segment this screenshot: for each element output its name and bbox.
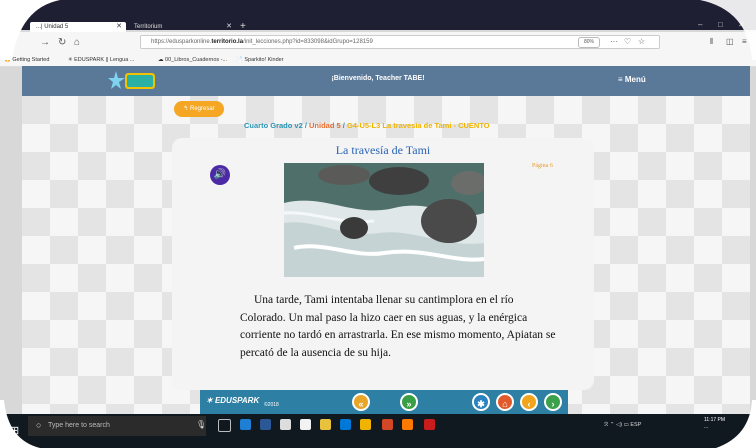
search-icon: ○: [36, 420, 42, 430]
hamburger-menu-icon[interactable]: ≡: [742, 37, 747, 46]
breadcrumb-unit[interactable]: Unidad 5: [309, 121, 341, 130]
next-page-button[interactable]: »: [400, 393, 418, 411]
footer-year: ©2018: [264, 402, 279, 408]
close-tab-icon[interactable]: ✕: [116, 22, 122, 32]
minimize-button[interactable]: –: [698, 20, 702, 29]
taskbar-search[interactable]: Type here to search: [28, 416, 206, 436]
acrobat-icon[interactable]: [424, 419, 435, 430]
home-circle-icon[interactable]: ⌂: [496, 393, 514, 411]
browser-tab-territorium[interactable]: Territorium ✕: [128, 22, 236, 32]
pocket-icon[interactable]: ♡: [624, 37, 631, 46]
forward-circle-icon[interactable]: ›: [544, 393, 562, 411]
breadcrumb-lesson: G4-U5-L3 La travesía de Tami - CUENTO: [346, 121, 490, 130]
mail-icon[interactable]: [280, 419, 291, 430]
more-actions-icon[interactable]: ···: [610, 37, 618, 46]
browser-tab-unidad[interactable]: ...| Unidad 5 ✕: [30, 22, 126, 32]
back-circle-icon[interactable]: ‹: [520, 393, 538, 411]
bookmark-getting-started[interactable]: 🔥 Getting Started: [4, 54, 49, 66]
zoom-level[interactable]: 80%: [578, 37, 600, 48]
bookmark-eduspark[interactable]: ✳ EDUSPARK || Lengua ...: [68, 54, 134, 66]
library-icon[interactable]: ⫴: [710, 37, 713, 47]
skype-icon[interactable]: [340, 419, 351, 430]
menu-button[interactable]: ≡ Menú: [618, 75, 646, 84]
footer-brand: ✶ EDUSPARK: [206, 396, 260, 405]
accessibility-icon[interactable]: ✱: [472, 393, 490, 411]
back-button-label: Regresar: [190, 106, 215, 112]
url-path: /init_lecciones.php?id=833098&idGrupo=12…: [243, 39, 373, 45]
taskbar-clock[interactable]: 11:17 PM...: [704, 417, 725, 431]
edge-icon[interactable]: [240, 419, 251, 430]
story-text: Una tarde, Tami intentaba llenar su cant…: [240, 294, 556, 359]
bookmark-sparkito[interactable]: 📄 Sparkito! Kinder: [236, 54, 284, 66]
forward-icon[interactable]: →: [40, 37, 50, 48]
back-button[interactable]: ↰ Regresar: [174, 101, 224, 117]
bookmark-libros[interactable]: ☁ 00_Libros_Cuadernos -...: [158, 54, 227, 66]
bookmark-label: 00_Libros_Cuadernos -...: [165, 57, 228, 63]
close-window-button[interactable]: ✕: [738, 20, 745, 29]
powerpoint-icon[interactable]: [382, 419, 393, 430]
audio-speaker-icon[interactable]: 🔊: [210, 165, 230, 185]
tab-label: Territorium: [134, 24, 163, 30]
reload-icon[interactable]: ↻: [58, 37, 66, 48]
lesson-title: La travesía de Tami: [335, 143, 431, 157]
tab-label: ...| Unidad 5: [36, 24, 69, 30]
bookmark-label: Getting Started: [12, 57, 50, 63]
new-tab-button[interactable]: +: [240, 21, 246, 32]
url-domain: territorio.la: [211, 39, 244, 45]
sidebar-icon[interactable]: ◫: [726, 37, 734, 46]
page-number: Página 6: [532, 163, 553, 169]
breadcrumb: Cuarto Grado v2 / Unidad 5 / G4-U5-L3 La…: [244, 121, 490, 130]
previous-page-button[interactable]: «: [352, 393, 370, 411]
word-icon[interactable]: [260, 419, 271, 430]
bookmark-star-icon[interactable]: ☆: [638, 37, 645, 46]
maximize-button[interactable]: □: [718, 20, 723, 29]
footer-brand-label: EDUSPARK: [214, 396, 260, 405]
task-view-icon[interactable]: [218, 419, 231, 432]
clock-time: 11:17 PM: [704, 417, 726, 423]
back-arrow-icon: ↰: [183, 106, 190, 112]
url-prefix: https://edusparkonline.: [151, 39, 212, 45]
breadcrumb-course[interactable]: Cuarto Grado v2 /: [244, 121, 309, 130]
microphone-icon[interactable]: 🎙: [196, 420, 206, 429]
windows-start-icon[interactable]: ⊞: [10, 424, 19, 437]
clock-date: ...: [704, 424, 709, 430]
close-tab-icon[interactable]: ✕: [226, 22, 232, 32]
river-photo: [284, 163, 484, 277]
file-explorer-icon[interactable]: [360, 419, 371, 430]
system-tray[interactable]: ℛ ⌃ ◁) ▭ ESP: [604, 422, 641, 428]
firefox-icon[interactable]: [402, 419, 413, 430]
bookmark-label: EDUSPARK || Lengua ...: [74, 57, 135, 63]
store-icon[interactable]: [300, 419, 311, 430]
language-indicator[interactable]: ESP: [630, 422, 641, 428]
home-icon[interactable]: ⌂: [74, 37, 80, 48]
bookmark-label: Sparkito! Kinder: [244, 57, 284, 63]
chrome-icon[interactable]: [320, 419, 331, 430]
